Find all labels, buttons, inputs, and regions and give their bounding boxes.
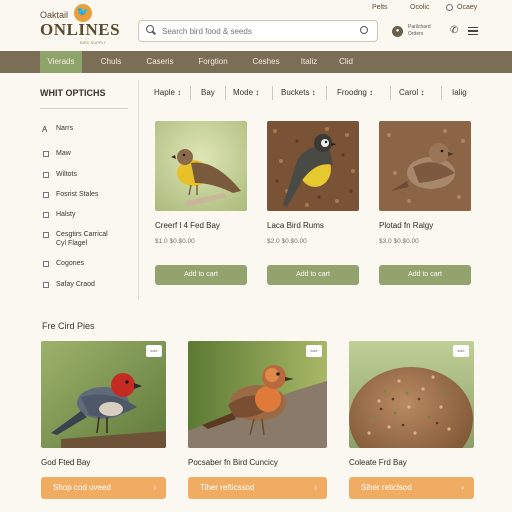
search-input[interactable] [162, 20, 352, 42]
product-name[interactable]: Plotad fn Ralgy [379, 221, 433, 230]
divider [190, 86, 191, 100]
chevron-right-icon: › [314, 483, 317, 492]
sidebar-divider [138, 80, 139, 300]
divider [40, 108, 128, 109]
add-to-cart-button[interactable]: Add to cart [155, 265, 247, 285]
product-image[interactable] [155, 121, 247, 211]
product-price: $3.0 $0.$0.00 [379, 238, 419, 245]
search-icon [146, 25, 154, 33]
top-link-2[interactable]: Ocolic [410, 4, 429, 11]
filter-label[interactable]: Wiltots [56, 171, 77, 178]
brand-logo[interactable]: ONLINES [40, 20, 120, 40]
filter-label[interactable]: Halsty [56, 211, 75, 218]
featured-image[interactable] [349, 341, 474, 448]
user-icon [446, 4, 453, 11]
featured-name[interactable]: Coleate Frd Bay [349, 458, 407, 467]
product-price: $1.0 $0.$0.00 [155, 238, 195, 245]
sort-option[interactable]: Haple ↕ [154, 88, 181, 97]
chevron-right-icon: › [461, 483, 464, 492]
featured-image[interactable] [41, 341, 166, 448]
filter-label[interactable]: Maw [56, 150, 71, 157]
product-image[interactable] [379, 121, 471, 211]
button-label: Tiher refticssod [200, 483, 255, 492]
nav-item-3[interactable]: Caseris [138, 51, 182, 73]
add-to-cart-button[interactable]: Add to cart [379, 265, 471, 285]
nav-item-4[interactable]: Forgtion [186, 51, 240, 73]
add-to-cart-button[interactable]: Add to cart [267, 265, 359, 285]
featured-section-title: Fre Cird Pies [42, 321, 95, 331]
brand-tagline: Oaktail [40, 10, 69, 20]
sort-option[interactable]: Carol ↕ [399, 88, 424, 97]
sparrow-photo [379, 121, 471, 211]
cart-icon[interactable]: ● [392, 26, 403, 37]
sale-badge: sale [306, 345, 322, 357]
filter-checkbox[interactable] [43, 232, 49, 238]
sort-option[interactable]: Buckets ↕ [281, 88, 316, 97]
featured-shop-button[interactable]: Shop cod uveed › [41, 477, 166, 499]
filter-checkbox[interactable] [43, 261, 49, 267]
filter-label[interactable]: Cogones [56, 260, 84, 267]
sort-option[interactable]: Bay [201, 88, 215, 97]
featured-image[interactable] [188, 341, 327, 448]
product-image[interactable] [267, 121, 359, 211]
top-link-1[interactable]: Pelts [372, 4, 388, 11]
product-price: $2.0 $0.$0.00 [267, 238, 307, 245]
red-head-bird-photo [41, 341, 166, 448]
filter-checkbox[interactable] [43, 151, 49, 157]
featured-name[interactable]: Pocsaber fn Bird Cuncicy [188, 458, 278, 467]
search-submit-icon[interactable] [360, 26, 368, 34]
nav-item-2[interactable]: Chuls [88, 51, 134, 73]
nav-item-5[interactable]: Ceshes [244, 51, 288, 73]
sale-badge: sale [453, 345, 469, 357]
featured-shop-button[interactable]: Tiher refticssod › [188, 477, 327, 499]
button-label: Shop cod uveed [53, 483, 111, 492]
top-link-3[interactable]: Ocaey [457, 4, 477, 11]
filter-label[interactable]: Cesgtirs Carrical [56, 231, 108, 238]
account-name[interactable]: Parilchard [408, 24, 431, 30]
nav-item-1[interactable]: Vierads [40, 51, 82, 73]
filter-label-continued[interactable]: Cyl Flagel [56, 240, 87, 247]
filter-checkbox[interactable] [43, 212, 49, 218]
filter-checkbox[interactable] [43, 192, 49, 198]
robin-photo [188, 341, 327, 448]
product-name[interactable]: Laca Bird Rums [267, 221, 324, 230]
divider [326, 86, 327, 100]
divider [272, 86, 273, 100]
nav-item-7[interactable]: Clid [330, 51, 362, 73]
button-label: Siher reticlsod [361, 483, 412, 492]
chevron-right-icon: › [153, 483, 156, 492]
product-name[interactable]: Creerf l 4 Fed Bay [155, 221, 220, 230]
phone-icon[interactable]: ✆ [450, 25, 458, 36]
sale-badge: sale [146, 345, 162, 357]
sort-option[interactable]: Mode ↕ [233, 88, 259, 97]
filter-label[interactable]: Narrs [56, 125, 73, 132]
filter-label[interactable]: Safay Craod [56, 281, 95, 288]
menu-icon[interactable] [468, 27, 478, 35]
brand-subtitle: BIRD SUPPLY [80, 40, 107, 45]
divider [441, 86, 442, 100]
seed-bird-photo [267, 121, 359, 211]
filter-checkbox[interactable] [43, 282, 49, 288]
sort-option[interactable]: Froodng ↕ [337, 88, 373, 97]
filter-title: WHIT OPTICHS [40, 88, 106, 98]
yellow-bird-photo [155, 121, 247, 211]
account-orders[interactable]: Orders [408, 31, 423, 37]
filter-label[interactable]: Fosrist Stales [56, 191, 98, 198]
sort-option[interactable]: Ialig [452, 88, 467, 97]
nav-item-6[interactable]: Italiz [292, 51, 326, 73]
featured-name[interactable]: God Fted Bay [41, 458, 90, 467]
featured-shop-button[interactable]: Siher reticlsod › [349, 477, 474, 499]
divider [390, 86, 391, 100]
filter-active-marker: A [42, 125, 48, 134]
divider [225, 86, 226, 100]
seed-mix-photo [349, 341, 474, 448]
filter-checkbox[interactable] [43, 172, 49, 178]
